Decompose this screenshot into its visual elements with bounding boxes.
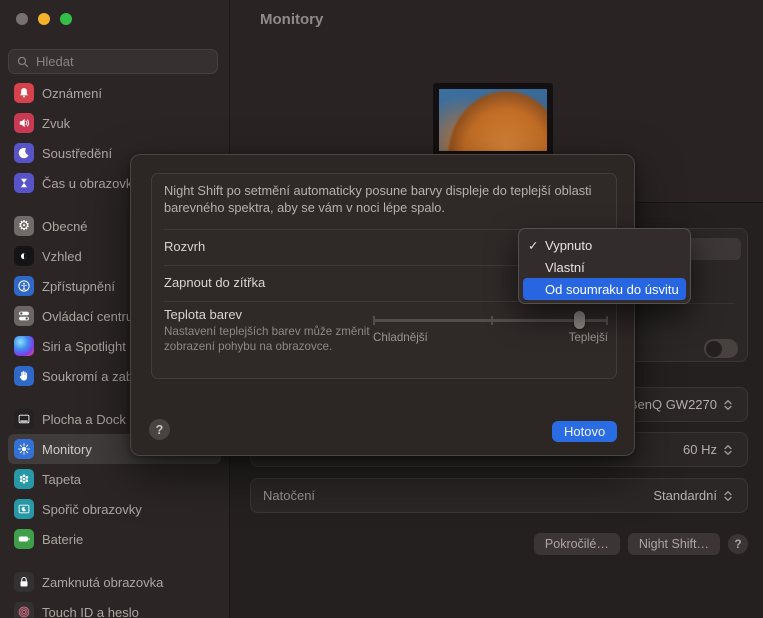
- help-button[interactable]: ?: [728, 534, 748, 554]
- refresh-rate-value: 60 Hz: [683, 442, 717, 457]
- checkmark-icon: ✓: [528, 238, 539, 253]
- menu-item-od-soumraku-do-usvitu[interactable]: Od soumraku do úsvitu: [523, 278, 686, 300]
- sidebar-item-label: Plocha a Dock: [42, 411, 126, 427]
- chevron-up-down-icon[interactable]: [721, 443, 735, 457]
- toggles-icon: [14, 306, 34, 326]
- toggle-knob: [706, 340, 722, 357]
- traffic-lights: [16, 13, 72, 25]
- slider-min-label: Chladnější: [373, 331, 428, 344]
- display-model-value: BenQ GW2270: [628, 397, 717, 412]
- slider-thumb[interactable]: [573, 311, 585, 329]
- slider-tick: [490, 316, 493, 325]
- sidebar-item-label: Zpřístupnění: [42, 278, 115, 294]
- fingerprint-icon: [14, 602, 34, 618]
- slider-labels: Chladnější Teplejší: [373, 331, 608, 344]
- bell-icon: [14, 83, 34, 103]
- sidebar-item-label: Oznámení: [42, 85, 102, 101]
- dock-icon: [14, 409, 34, 429]
- lock-icon: [14, 572, 34, 592]
- footer-buttons: Pokročilé… Night Shift… ?: [250, 533, 748, 555]
- siri-icon: [14, 336, 34, 356]
- chevron-up-down-icon[interactable]: [721, 398, 735, 412]
- night-shift-button[interactable]: Night Shift…: [627, 533, 720, 555]
- minimize-button[interactable]: [38, 13, 50, 25]
- toggle-switch[interactable]: [704, 339, 738, 358]
- sidebar-item-baterie[interactable]: Baterie: [8, 524, 221, 554]
- accessibility-icon: [14, 276, 34, 296]
- sidebar-item-label: Vzhled: [42, 248, 82, 264]
- wallpaper-thumbnail: [439, 89, 547, 151]
- sidebar-item-label: Soustředění: [42, 145, 113, 161]
- search-icon: [16, 52, 30, 72]
- hourglass-icon: [14, 173, 34, 193]
- sidebar-item-label: Touch ID a heslo: [42, 604, 139, 618]
- night-shift-description: Night Shift po setmění automaticky posun…: [164, 183, 592, 215]
- color-temperature-description: Nastavení teplejších barev může změnit z…: [164, 325, 370, 353]
- flower-icon: [14, 469, 34, 489]
- sidebar-item-label: Siri a Spotlight: [42, 338, 126, 354]
- sidebar-item-zamknuta-obrazovka[interactable]: Zamknutá obrazovka: [8, 567, 221, 597]
- rotation-label: Natočení: [263, 488, 316, 503]
- chevron-up-down-icon[interactable]: [721, 489, 735, 503]
- menu-item-label: Vlastní: [545, 259, 585, 275]
- sidebar-item-label: Tapeta: [42, 471, 82, 487]
- slider-max-label: Teplejší: [568, 331, 608, 344]
- zoom-button[interactable]: [60, 13, 72, 25]
- rotation-row[interactable]: Natočení Standardní: [250, 478, 748, 513]
- menu-item-vypnuto[interactable]: ✓ Vypnuto: [523, 234, 686, 256]
- page-title: Monitory: [260, 11, 324, 28]
- battery-icon: [14, 529, 34, 549]
- schedule-popup-menu: ✓ Vypnuto Vlastní Od soumraku do úsvitu: [518, 228, 691, 304]
- rotation-value: Standardní: [653, 488, 717, 503]
- done-button[interactable]: Hotovo: [552, 421, 618, 442]
- sidebar-item-label: Monitory: [42, 441, 92, 457]
- color-temperature-label: Teplota barev: [164, 307, 243, 322]
- moon-icon: [14, 143, 34, 163]
- contrast-icon: ◐: [14, 246, 34, 266]
- sidebar-item-label: Obecné: [42, 218, 88, 234]
- close-button[interactable]: [16, 13, 28, 25]
- menu-item-vlastni[interactable]: Vlastní: [523, 256, 686, 278]
- sidebar-item-label: Čas u obrazovky: [42, 175, 139, 191]
- sidebar-item-sporic-obrazovky[interactable]: Spořič obrazovky: [8, 494, 221, 524]
- sidebar-item-label: Spořič obrazovky: [42, 501, 142, 517]
- sidebar-item-label: Zvuk: [42, 115, 71, 131]
- sidebar-item-label: Zamknutá obrazovka: [42, 574, 164, 590]
- search-placeholder: Hledat: [36, 54, 74, 69]
- night-shift-dialog: Night Shift po setmění automaticky posun…: [130, 154, 635, 456]
- hand-icon: [14, 366, 34, 386]
- sidebar-item-label: Ovládací centrum: [42, 308, 144, 324]
- color-temperature-slider[interactable]: [373, 310, 608, 332]
- enable-until-tomorrow-label: Zapnout do zítřka: [164, 275, 266, 290]
- search-input[interactable]: Hledat: [8, 49, 218, 74]
- advanced-button[interactable]: Pokročilé…: [533, 533, 620, 555]
- menu-item-label: Od soumraku do úsvitu: [545, 281, 679, 297]
- schedule-label: Rozvrh: [164, 239, 206, 254]
- sidebar-item-tapeta[interactable]: Tapeta: [8, 464, 221, 494]
- screensaver-icon: [14, 499, 34, 519]
- display-preview[interactable]: [433, 83, 553, 157]
- slider-tick: [606, 316, 608, 325]
- menu-item-label: Vypnuto: [545, 237, 593, 253]
- system-settings-window: Hledat Oznámení Zvuk Soustředění Čas u o…: [0, 0, 763, 618]
- slider-tick: [373, 316, 375, 325]
- sun-icon: [14, 439, 34, 459]
- sidebar-item-touch-id[interactable]: Touch ID a heslo: [8, 597, 221, 618]
- speaker-icon: [14, 113, 34, 133]
- help-button[interactable]: ?: [149, 419, 170, 440]
- sidebar-item-zvuk[interactable]: Zvuk: [8, 108, 221, 138]
- sidebar-item-oznameni[interactable]: Oznámení: [8, 78, 221, 108]
- gear-icon: ⚙: [14, 216, 34, 236]
- sidebar-item-label: Baterie: [42, 531, 84, 547]
